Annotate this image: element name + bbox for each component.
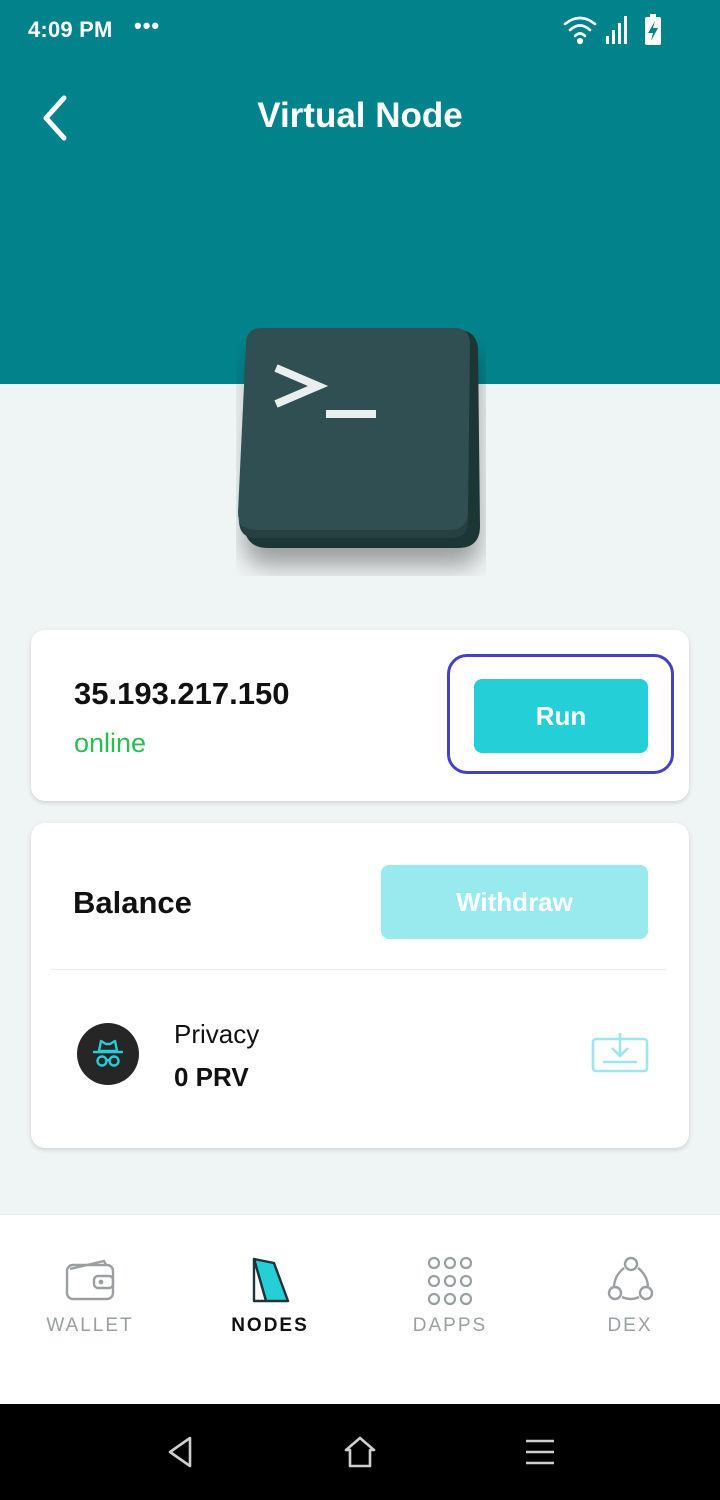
grid-icon: [427, 1256, 473, 1306]
withdraw-button[interactable]: Withdraw: [381, 865, 648, 939]
tab-label: DEX: [607, 1315, 653, 1336]
title-bar: Virtual Node: [0, 80, 720, 156]
system-nav-bar: [0, 1404, 720, 1500]
run-button[interactable]: Run: [474, 679, 648, 753]
tab-label: DAPPS: [412, 1315, 488, 1336]
bottom-tab-bar: WALLET NODES DAPPS DEX: [0, 1214, 720, 1404]
status-icons: [563, 14, 661, 45]
node-icon: [252, 1257, 290, 1303]
download-icon[interactable]: [591, 1033, 649, 1073]
tab-nodes[interactable]: NODES: [180, 1215, 360, 1405]
node-status: online: [74, 728, 147, 758]
coin-name: Privacy: [174, 1019, 260, 1049]
incognito-icon: [77, 1023, 139, 1085]
home-icon[interactable]: [340, 1432, 380, 1472]
coin-amount: 0 PRV: [174, 1062, 249, 1092]
tab-wallet[interactable]: WALLET: [0, 1215, 180, 1405]
tab-label: WALLET: [46, 1315, 134, 1336]
menu-icon[interactable]: [520, 1432, 560, 1472]
dex-icon: [607, 1256, 654, 1301]
wallet-icon: [65, 1259, 115, 1301]
tab-dex[interactable]: DEX: [540, 1215, 720, 1405]
signal-icon: [606, 16, 627, 44]
terminal-icon: [238, 328, 480, 548]
page-title: Virtual Node: [257, 96, 463, 135]
wifi-icon: [563, 16, 597, 45]
notification-dots: •••: [134, 13, 161, 38]
status-bar: 4:09 PM •••: [0, 0, 720, 60]
back-triangle-icon[interactable]: [160, 1432, 200, 1472]
status-time: 4:09 PM: [28, 17, 113, 42]
node-ip: 35.193.217.150: [74, 676, 290, 711]
tab-label: NODES: [231, 1315, 309, 1336]
node-card: 35.193.217.150 online Run: [31, 630, 689, 801]
balance-label: Balance: [73, 885, 192, 920]
balance-card: Balance Withdraw Privacy 0 PRV: [31, 823, 689, 1148]
battery-charging-icon: [645, 14, 661, 45]
tab-dapps[interactable]: DAPPS: [360, 1215, 540, 1405]
divider: [51, 969, 667, 970]
